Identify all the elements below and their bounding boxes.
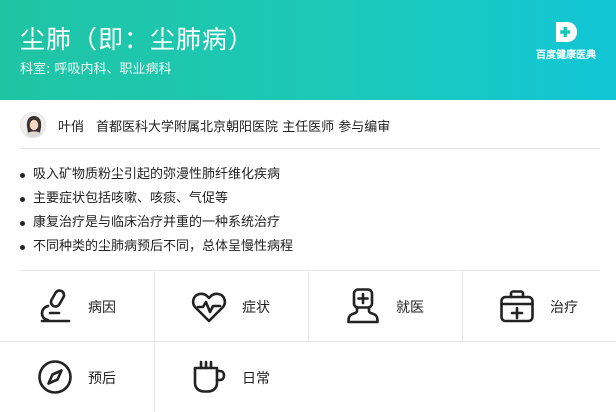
nav-prognosis[interactable]: 预后	[0, 342, 154, 412]
summary-text: 不同种类的尘肺病预后不同，总体呈慢性病程	[33, 239, 294, 254]
nav-label: 就医	[396, 300, 424, 316]
nav-label: 治疗	[550, 300, 578, 316]
nav-symptoms[interactable]: 症状	[154, 271, 308, 341]
nav-daily[interactable]: 日常	[154, 342, 308, 412]
cup-icon	[193, 360, 226, 393]
nav-label: 预后	[88, 371, 116, 387]
nav-label: 病因	[88, 300, 116, 316]
microscope-icon	[40, 289, 71, 323]
logo-text: 百度健康医典	[536, 50, 596, 61]
bullet	[20, 172, 25, 178]
nav-grid: 病因 症状 就医 治疗 预后 日常	[0, 271, 616, 412]
summary-item: 康复治疗是与临床治疗并重的一种系统治疗	[20, 211, 600, 235]
bullet	[20, 196, 25, 202]
bullet	[20, 244, 25, 250]
compass-icon	[38, 360, 72, 394]
summary-item: 吸入矿物质粉尘引起的弥漫性肺纤维化疾病	[20, 163, 600, 187]
author-info: 首都医科大学附属北京朝阳医院 主任医师 参与编审	[96, 119, 391, 135]
summary-text: 康复治疗是与临床治疗并重的一种系统治疗	[33, 215, 281, 230]
page-title: 尘肺（即：尘肺病）	[20, 25, 255, 54]
nav-treatment[interactable]: 治疗	[462, 271, 616, 341]
nav-label: 症状	[242, 300, 270, 316]
heartbeat-icon	[191, 292, 227, 323]
summary-text: 主要症状包括咳嗽、咳痰、气促等	[33, 191, 229, 206]
author-name[interactable]: 叶俏	[58, 116, 84, 135]
summary-list: 吸入矿物质粉尘引起的弥漫性肺纤维化疾病 主要症状包括咳嗽、咳痰、气促等 康复治疗…	[20, 163, 600, 259]
nav-label: 日常	[242, 371, 270, 387]
summary-item: 主要症状包括咳嗽、咳痰、气促等	[20, 187, 600, 211]
baidu-health-logo[interactable]: 百度健康医典	[530, 20, 602, 62]
doctor-icon	[347, 288, 379, 324]
logo-cross-icon	[556, 22, 577, 42]
bullet	[20, 220, 25, 226]
header: 尘肺（即：尘肺病） 科室: 呼吸内科、职业病科 百度健康医典	[0, 0, 616, 100]
nav-visit-doctor[interactable]: 就医	[308, 271, 462, 341]
author-row[interactable]: 叶俏 首都医科大学附属北京朝阳医院 主任医师 参与编审	[20, 110, 600, 140]
medical-kit-icon	[500, 290, 534, 323]
summary-text: 吸入矿物质粉尘引起的弥漫性肺纤维化疾病	[33, 167, 281, 182]
avatar[interactable]	[20, 112, 46, 138]
summary-item: 不同种类的尘肺病预后不同，总体呈慢性病程	[20, 235, 600, 259]
department-label: 科室: 呼吸内科、职业病科	[20, 62, 172, 77]
nav-cause[interactable]: 病因	[0, 271, 154, 341]
divider	[20, 148, 600, 149]
